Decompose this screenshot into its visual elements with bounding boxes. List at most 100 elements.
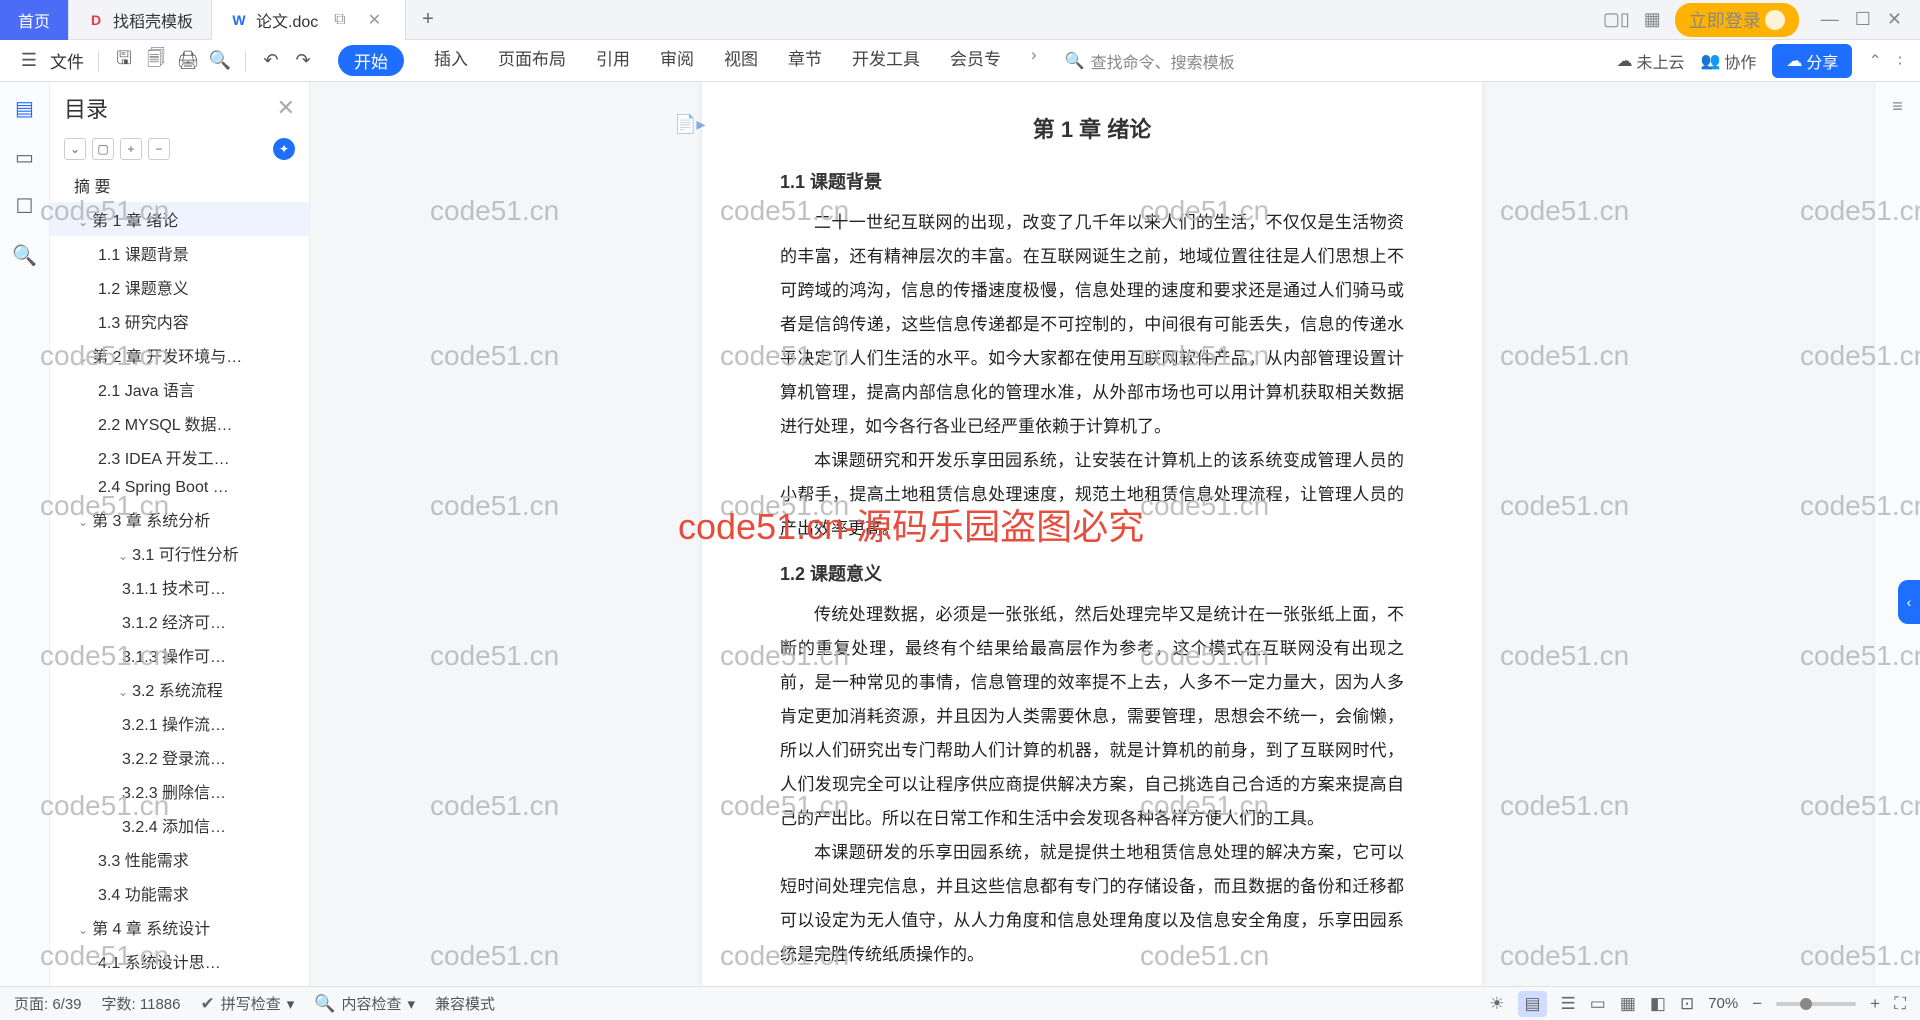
collapse-ribbon-icon[interactable]: ⌃ [1868, 51, 1881, 71]
view-focus-icon[interactable]: ◧ [1650, 994, 1666, 1014]
redo-icon[interactable]: ↷ [292, 50, 314, 72]
slides-icon[interactable]: ▭ [15, 145, 34, 170]
undo-icon[interactable]: ↶ [260, 50, 282, 72]
view-read-icon[interactable]: ▦ [1620, 994, 1636, 1014]
tab-document[interactable]: W论文.doc⧉✕ [212, 0, 406, 40]
word-count[interactable]: 字数: 11886 [102, 993, 181, 1014]
menu-layout[interactable]: 页面布局 [498, 45, 566, 76]
maximize-button[interactable]: ☐ [1847, 9, 1879, 29]
menu-start[interactable]: 开始 [338, 45, 404, 76]
toc-item[interactable]: 摘 要 [50, 168, 309, 202]
search-icon: 🔍 [1065, 51, 1085, 71]
docer-icon: D [87, 11, 105, 29]
zoom-out-icon[interactable]: − [1752, 994, 1762, 1014]
toc-item[interactable]: ⌄第 3 章 系统分析 [50, 502, 309, 536]
menu-icon[interactable]: ☰ [18, 50, 40, 72]
toc-item[interactable]: 3.1.2 经济可… [50, 604, 309, 638]
remove-icon[interactable]: − [148, 138, 170, 160]
document-area[interactable]: 📄▸ 第 1 章 绪论 1.1 课题背景 二十一世纪互联网的出现，改变了几千年以… [310, 82, 1874, 986]
save-as-icon[interactable]: 🗐 [145, 50, 167, 72]
menu-more-icon[interactable]: › [1031, 45, 1037, 76]
print-icon[interactable]: 🖨 [177, 50, 199, 72]
toc-item[interactable]: 3.1.1 技术可… [50, 570, 309, 604]
eyecare-icon[interactable]: ☀ [1489, 994, 1504, 1014]
command-search[interactable]: 🔍查找命令、搜索模板 [1065, 49, 1235, 73]
page-marker-icon[interactable]: 📄▸ [674, 114, 705, 135]
zoom-level[interactable]: 70% [1708, 995, 1738, 1012]
outline-icon[interactable]: ▤ [15, 96, 34, 121]
toc-item[interactable]: 2.4 Spring Boot … [50, 474, 309, 502]
toc-item[interactable]: ⌄3.1 可行性分析 [50, 536, 309, 570]
toc-item[interactable]: 2.3 IDEA 开发工… [50, 440, 309, 474]
toc-item[interactable]: 1.3 研究内容 [50, 304, 309, 338]
expand-icon[interactable]: ▢ [92, 138, 114, 160]
toc-item[interactable]: 3.2.3 删除信… [50, 774, 309, 808]
apps-icon[interactable]: ▦ [1644, 9, 1661, 30]
view-outline-icon[interactable]: ☰ [1561, 994, 1576, 1014]
ai-button[interactable]: ✦ [273, 138, 295, 160]
fullscreen-icon[interactable]: ⛶ [1894, 994, 1906, 1014]
view-web-icon[interactable]: ▭ [1590, 994, 1606, 1014]
titlebar-right: ▢▯ ▦ 立即登录 —☐✕ [1603, 3, 1920, 37]
bookmark-icon[interactable]: ☐ [16, 194, 34, 219]
status-bar: 页面: 6/39 字数: 11886 ✔拼写检查 ▾ 🔍内容检查 ▾ 兼容模式 … [0, 986, 1920, 1020]
toc-item[interactable]: 4.1 系统设计思… [50, 944, 309, 978]
toc-item[interactable]: 2.2 MYSQL 数据… [50, 406, 309, 440]
menu-dev[interactable]: 开发工具 [852, 45, 920, 76]
toc-item[interactable]: ⌄3.2 系统流程 [50, 672, 309, 706]
toc-item[interactable]: 3.2.2 登录流… [50, 740, 309, 774]
menu-chapter[interactable]: 章节 [788, 45, 822, 76]
toc-item[interactable]: ⌄第 4 章 系统设计 [50, 910, 309, 944]
page-indicator[interactable]: 页面: 6/39 [14, 993, 82, 1014]
zoom-slider[interactable] [1776, 1002, 1856, 1006]
search-side-icon[interactable]: 🔍 [12, 243, 37, 268]
close-button[interactable]: ✕ [1879, 9, 1910, 29]
tab-external-icon[interactable]: ⧉ [326, 11, 353, 29]
tab-document-label: 论文.doc [256, 8, 318, 32]
spellcheck-button[interactable]: ✔拼写检查 ▾ [200, 993, 294, 1014]
tab-bar: 首页 D找稻壳模板 W论文.doc⧉✕ + ▢▯ ▦ 立即登录 —☐✕ [0, 0, 1920, 40]
tab-home[interactable]: 首页 [0, 0, 69, 40]
add-icon[interactable]: + [120, 138, 142, 160]
toc-item[interactable]: 3.1.3 操作可… [50, 638, 309, 672]
compat-mode[interactable]: 兼容模式 [435, 993, 495, 1014]
toc-item[interactable]: ⌄第 1 章 绪论 [50, 202, 309, 236]
layout-icon[interactable]: ▢▯ [1603, 9, 1630, 30]
menu-ref[interactable]: 引用 [596, 45, 630, 76]
view-page-icon[interactable]: ▤ [1518, 991, 1546, 1017]
preview-icon[interactable]: 🔍 [209, 50, 231, 72]
toc-item[interactable]: 3.3 性能需求 [50, 842, 309, 876]
menu-member[interactable]: 会员专 [950, 45, 1001, 76]
toc-item[interactable]: ⌄第 2 章 开发环境与… [50, 338, 309, 372]
zoom-fit-icon[interactable]: ⊡ [1680, 994, 1694, 1014]
toc-item[interactable]: 3.2.1 操作流… [50, 706, 309, 740]
contentcheck-button[interactable]: 🔍内容检查 ▾ [314, 993, 415, 1014]
collab-button[interactable]: 👥 协作 [1700, 49, 1756, 73]
menu-view[interactable]: 视图 [724, 45, 758, 76]
tab-template[interactable]: D找稻壳模板 [69, 0, 212, 40]
menu-review[interactable]: 审阅 [660, 45, 694, 76]
side-float-tab[interactable]: ‹ [1898, 580, 1920, 624]
tab-close-icon[interactable]: ✕ [362, 10, 387, 30]
outline-close-icon[interactable]: ✕ [277, 95, 295, 121]
toc-item[interactable]: 2.1 Java 语言 [50, 372, 309, 406]
toc-item[interactable]: 1.1 课题背景 [50, 236, 309, 270]
save-icon[interactable]: 🖫 [113, 50, 135, 72]
zoom-in-icon[interactable]: + [1870, 994, 1880, 1014]
statusbar-right: ☀ ▤ ☰ ▭ ▦ ◧ ⊡ 70% − + ⛶ [1489, 991, 1906, 1017]
outline-panel: 目录 ✕ ⌄ ▢ + − ✦ 摘 要⌄第 1 章 绪论1.1 课题背景1.2 课… [50, 82, 310, 986]
login-button[interactable]: 立即登录 [1675, 3, 1799, 37]
menu-insert[interactable]: 插入 [434, 45, 468, 76]
share-button[interactable]: ☁ 分享 [1772, 44, 1852, 78]
toc-item[interactable]: 3.4 功能需求 [50, 876, 309, 910]
cloud-status[interactable]: ☁ 未上云 [1616, 49, 1684, 73]
file-menu[interactable]: 文件 [50, 48, 84, 73]
tab-new-button[interactable]: + [406, 8, 450, 31]
toc-item[interactable]: 3.2.4 添加信… [50, 808, 309, 842]
more-icon[interactable]: ∶ [1898, 51, 1902, 71]
minimize-button[interactable]: — [1813, 9, 1847, 29]
panel-toggle-icon[interactable]: ≡ [1892, 96, 1903, 117]
collapse-all-icon[interactable]: ⌄ [64, 138, 86, 160]
left-sidebar: ▤ ▭ ☐ 🔍 [0, 82, 50, 986]
toc-item[interactable]: 1.2 课题意义 [50, 270, 309, 304]
